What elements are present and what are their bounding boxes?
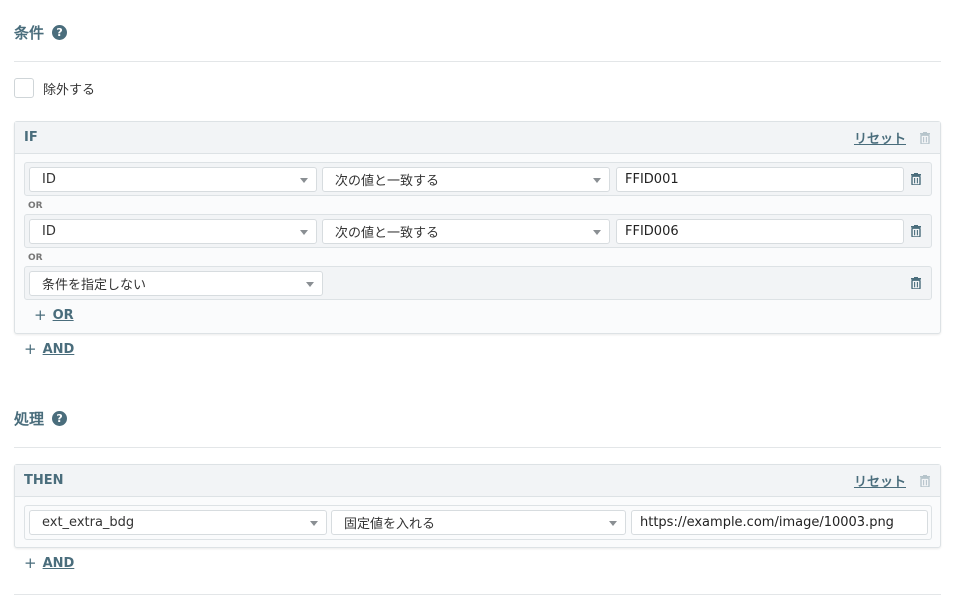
trash-icon[interactable] (911, 173, 921, 185)
conditions-title: 条件 ? (14, 22, 68, 43)
plus-icon: + (34, 306, 47, 324)
divider (14, 594, 941, 595)
if-label: IF (24, 130, 38, 145)
then-label: THEN (24, 473, 64, 488)
value-input[interactable]: FFID001 (616, 167, 904, 192)
trash-icon[interactable] (911, 277, 921, 289)
condition-row: ID 次の値と一致する FFID006 (24, 214, 932, 248)
trash-icon[interactable] (920, 131, 930, 144)
field-select[interactable]: 条件を指定しない (29, 271, 323, 296)
condition-row: 条件を指定しない (24, 266, 932, 300)
then-panel-header: THEN リセット (15, 465, 940, 497)
exclude-label: 除外する (43, 82, 96, 98)
chevron-down-icon (310, 521, 318, 526)
operator-select-value: 固定値を入れる (344, 517, 436, 532)
field-select-value: ID (42, 224, 56, 239)
trash-icon[interactable] (920, 474, 930, 487)
add-and-label[interactable]: AND (43, 342, 75, 357)
condition-row: ID 次の値と一致する FFID001 (24, 162, 932, 196)
operator-select[interactable]: 次の値と一致する (322, 167, 610, 192)
operator-select-value: 次の値と一致する (335, 226, 440, 241)
chevron-down-icon (306, 282, 314, 287)
or-separator: OR (28, 201, 43, 211)
action-row: ext_extra_bdg 固定値を入れる https://example.co… (24, 505, 932, 540)
help-icon[interactable]: ? (52, 411, 68, 426)
exclude-option[interactable]: 除外する (14, 78, 95, 98)
chevron-down-icon (300, 178, 308, 183)
field-select[interactable]: ID (29, 167, 317, 192)
processing-title-text: 処理 (14, 410, 45, 428)
value-input[interactable]: FFID006 (616, 219, 904, 244)
divider (14, 61, 941, 62)
conditions-title-text: 条件 (14, 24, 45, 42)
add-or-label[interactable]: OR (53, 308, 74, 323)
plus-icon: + (24, 554, 37, 572)
add-and-label[interactable]: AND (43, 556, 75, 571)
chevron-down-icon (593, 230, 601, 235)
then-panel: THEN リセット ext_extra_bdg 固定値を入れる https://… (14, 464, 941, 548)
help-icon[interactable]: ? (52, 25, 68, 40)
chevron-down-icon (593, 178, 601, 183)
add-and-button[interactable]: + AND (24, 340, 74, 358)
divider (14, 447, 941, 448)
or-separator: OR (28, 253, 43, 263)
operator-select-value: 次の値と一致する (335, 174, 440, 189)
chevron-down-icon (609, 521, 617, 526)
operator-select[interactable]: 固定値を入れる (331, 510, 626, 535)
add-and-button[interactable]: + AND (24, 554, 74, 572)
field-select-value: 条件を指定しない (42, 278, 147, 293)
plus-icon: + (24, 340, 37, 358)
if-panel-header: IF リセット (15, 122, 940, 154)
operator-select[interactable]: 次の値と一致する (322, 219, 610, 244)
field-select[interactable]: ext_extra_bdg (29, 510, 327, 535)
if-reset-link[interactable]: リセット (854, 128, 906, 147)
then-reset-link[interactable]: リセット (854, 471, 906, 490)
exclude-checkbox[interactable] (14, 78, 34, 98)
field-select[interactable]: ID (29, 219, 317, 244)
trash-icon[interactable] (911, 225, 921, 237)
if-panel: IF リセット ID 次の値と一致する FFID001 OR ID 次の値と一致… (14, 121, 941, 334)
value-input[interactable]: https://example.com/image/10003.png (631, 510, 928, 535)
processing-title: 処理 ? (14, 408, 68, 429)
chevron-down-icon (300, 230, 308, 235)
field-select-value: ID (42, 172, 56, 187)
add-or-button[interactable]: + OR (34, 306, 74, 324)
field-select-value: ext_extra_bdg (42, 515, 135, 530)
